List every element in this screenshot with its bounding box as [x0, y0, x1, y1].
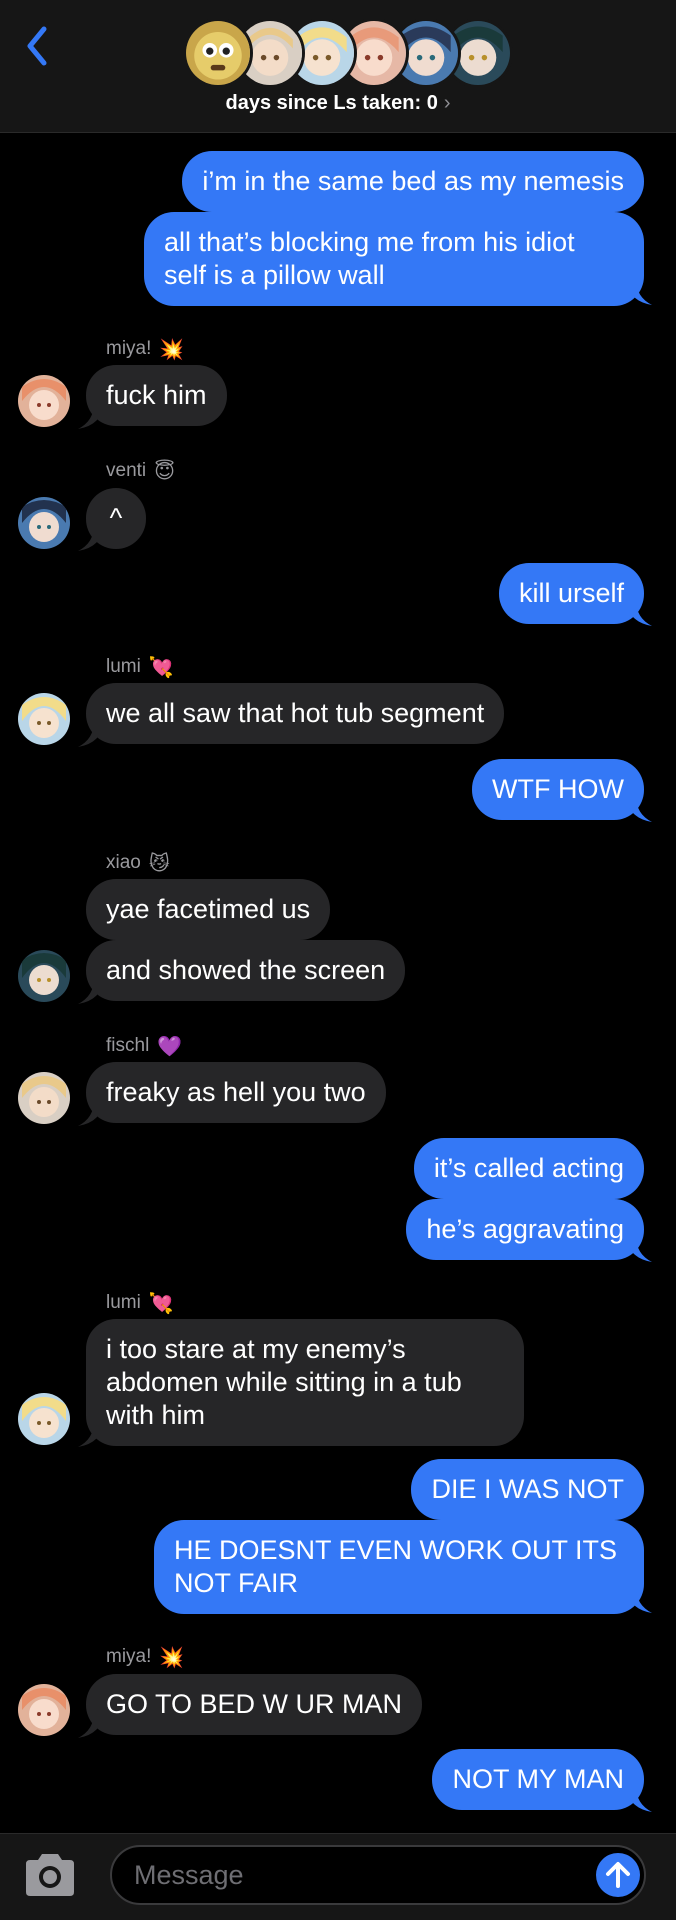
bubble-tail [626, 796, 652, 822]
avatar-lumi[interactable] [18, 693, 70, 745]
message-thread[interactable]: i’m in the same bed as my nemesis all th… [0, 133, 676, 1833]
message-input[interactable] [110, 1845, 646, 1905]
message-bubble-outgoing[interactable]: WTF HOW [472, 759, 644, 820]
back-button[interactable] [20, 22, 54, 70]
chevron-left-icon [27, 26, 47, 66]
avatar-xiao[interactable] [18, 950, 70, 1002]
message-bubble-outgoing[interactable]: DIE I WAS NOT [411, 1459, 644, 1520]
message-bubble-incoming[interactable]: we all saw that hot tub segment [86, 683, 505, 744]
send-button[interactable] [596, 1853, 640, 1897]
avatar-fischl[interactable] [18, 1072, 70, 1124]
sender-name: fischl 💜 [106, 1035, 183, 1058]
message-bubble-outgoing[interactable]: he’s aggravating [406, 1199, 644, 1260]
sender-name: miya! 💥 [106, 1646, 185, 1669]
bubble-tail [626, 1786, 652, 1812]
bubble-tail [626, 600, 652, 626]
bubble-tail [626, 1236, 652, 1262]
avatar-miya[interactable] [18, 1684, 70, 1736]
bubble-tail [78, 721, 104, 747]
bubble-tail [78, 1421, 104, 1447]
compose-bar [0, 1833, 676, 1920]
message-bubble-outgoing[interactable]: HE DOESNT EVEN WORK OUT ITS NOT FAIR [154, 1520, 644, 1614]
message-bubble-incoming[interactable]: GO TO BED W UR MAN [86, 1674, 423, 1735]
camera-icon [26, 1854, 74, 1896]
chevron-right-icon: › [443, 92, 451, 114]
group-avatar-1 [183, 18, 253, 88]
bubble-tail [78, 403, 104, 429]
message-bubble-incoming[interactable]: i too stare at my enemy’s abdomen while … [86, 1319, 524, 1446]
bubble-tail [626, 279, 652, 305]
conversation-header: days since Ls taken: 0 › [0, 0, 676, 133]
message-bubble-outgoing[interactable]: it’s called acting [413, 1138, 644, 1199]
bubble-tail [78, 978, 104, 1004]
message-bubble-incoming[interactable]: yae facetimed us [86, 879, 331, 940]
sender-name: miya! 💥 [106, 338, 185, 361]
message-bubble-incoming[interactable]: fuck him [86, 365, 227, 426]
bubble-tail [78, 525, 104, 551]
message-bubble-outgoing[interactable]: all that’s blocking me from his idiot se… [144, 212, 644, 306]
message-bubble-outgoing[interactable]: kill urself [498, 563, 644, 624]
group-avatars[interactable] [183, 18, 513, 90]
sender-name: lumi 💘 [106, 1292, 174, 1315]
message-bubble-incoming[interactable]: freaky as hell you two [86, 1062, 386, 1123]
group-subtitle[interactable]: days since Ls taken: 0 › [0, 92, 676, 115]
message-bubble-incoming[interactable]: and showed the screen [86, 940, 406, 1001]
avatar-lumi[interactable] [18, 1393, 70, 1445]
group-name: days since Ls taken: 0 [225, 92, 438, 114]
arrow-up-icon [606, 1862, 630, 1888]
bubble-tail [78, 1100, 104, 1126]
bubble-tail [78, 1712, 104, 1738]
sender-name: lumi 💘 [106, 656, 174, 679]
camera-button[interactable] [22, 1852, 78, 1898]
bubble-tail [626, 1587, 652, 1613]
message-bubble-outgoing[interactable]: i’m in the same bed as my nemesis [182, 151, 644, 212]
message-bubble-outgoing[interactable]: NOT MY MAN [432, 1749, 644, 1810]
avatar-miya[interactable] [18, 375, 70, 427]
sender-name: xiao 😼 [106, 852, 170, 875]
avatar-venti[interactable] [18, 497, 70, 549]
sender-name: venti 😇 [106, 460, 175, 483]
